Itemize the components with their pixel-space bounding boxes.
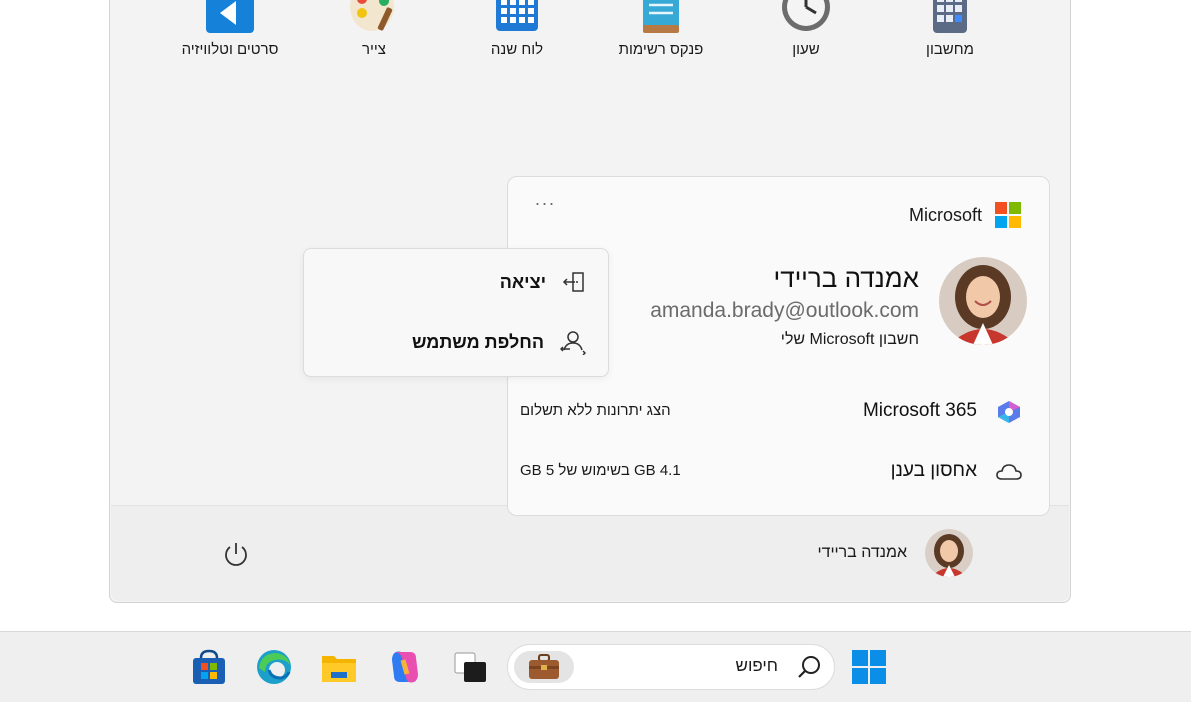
pinned-app-label: שעון	[792, 41, 820, 58]
briefcase-icon	[529, 654, 559, 679]
search-highlight-pill[interactable]	[514, 651, 574, 683]
notepad-icon	[643, 0, 679, 33]
pinned-app-calculator[interactable]: מחשבון	[880, 0, 1020, 58]
search-placeholder-text: חיפוש	[735, 656, 778, 675]
switch-user-menu-item[interactable]: החלפת משתמש	[412, 327, 586, 357]
service-name: Microsoft 365	[862, 400, 977, 421]
sign-out-label: יציאה	[499, 271, 546, 292]
paint-icon	[350, 0, 394, 31]
cloud-icon	[996, 464, 1022, 480]
card-header: Microsoft	[909, 201, 1021, 229]
user-email: amanda.brady@outlook.com	[650, 299, 919, 322]
search-icon	[798, 656, 820, 678]
windows-start-icon[interactable]	[850, 648, 888, 686]
sign-out-menu-item[interactable]: יציאה	[500, 267, 586, 297]
pinned-app-clock[interactable]: שעון	[736, 0, 876, 58]
my-microsoft-account-link[interactable]: חשבון Microsoft שלי	[781, 331, 919, 349]
switch-user-label: החלפת משתמש	[411, 331, 544, 352]
clock-icon	[782, 0, 830, 31]
pinned-app-calendar[interactable]: לוח שנה	[447, 0, 587, 58]
task-view-icon[interactable]	[452, 648, 490, 686]
service-detail-link[interactable]: הצג יתרונות ללא תשלום	[520, 402, 671, 419]
pinned-app-label: פנקס רשימות	[618, 41, 704, 58]
m365-icon	[998, 401, 1020, 423]
footer-user-button[interactable]: אמנדה ברײדי	[817, 529, 973, 577]
power-icon[interactable]	[221, 539, 251, 569]
pinned-app-movies-tv[interactable]: סרטים וטלוויזיה	[160, 0, 300, 58]
avatar	[939, 257, 1027, 345]
user-name: אמנדה ברײדי	[773, 263, 919, 293]
avatar	[925, 529, 973, 577]
copilot-icon[interactable]	[386, 648, 424, 686]
storage-usage-text: 4.1 GB בשימוש של 5 GB	[520, 462, 681, 479]
microsoft-brand-label: Microsoft	[908, 204, 982, 225]
pinned-app-label: צייר	[362, 41, 386, 58]
pinned-app-notepad[interactable]: פנקס רשימות	[591, 0, 731, 58]
microsoft-365-row[interactable]: Microsoft 365 הצג יתרונות ללא תשלום	[508, 392, 1049, 432]
pinned-app-label: מחשבון	[926, 41, 974, 58]
start-menu-footer: אמנדה ברײדי	[111, 505, 1069, 601]
movies-tv-icon	[206, 0, 254, 33]
switch-user-icon	[560, 331, 586, 355]
cloud-storage-row[interactable]: אחסון בענן 4.1 GB בשימוש של 5 GB	[508, 452, 1049, 492]
sign-out-icon	[562, 272, 584, 292]
pinned-app-label: סרטים וטלוויזיה	[181, 41, 279, 58]
account-flyout-menu: יציאה החלפת משתמש	[303, 248, 609, 377]
service-name: אחסון בענן	[890, 460, 977, 481]
search-box[interactable]: חיפוש	[507, 644, 835, 690]
edge-browser-icon[interactable]	[255, 648, 293, 686]
calculator-icon	[933, 0, 967, 33]
pinned-app-paint[interactable]: צייר	[304, 0, 444, 58]
calendar-icon	[496, 0, 538, 31]
file-explorer-icon[interactable]	[320, 648, 358, 686]
microsoft-logo-icon	[995, 202, 1021, 228]
taskbar: חיפוש	[0, 631, 1191, 702]
microsoft-store-icon[interactable]	[190, 648, 228, 686]
pinned-app-label: לוח שנה	[490, 41, 544, 58]
footer-user-name: אמנדה ברײדי	[817, 544, 907, 561]
more-options-button[interactable]: ···	[530, 194, 560, 217]
